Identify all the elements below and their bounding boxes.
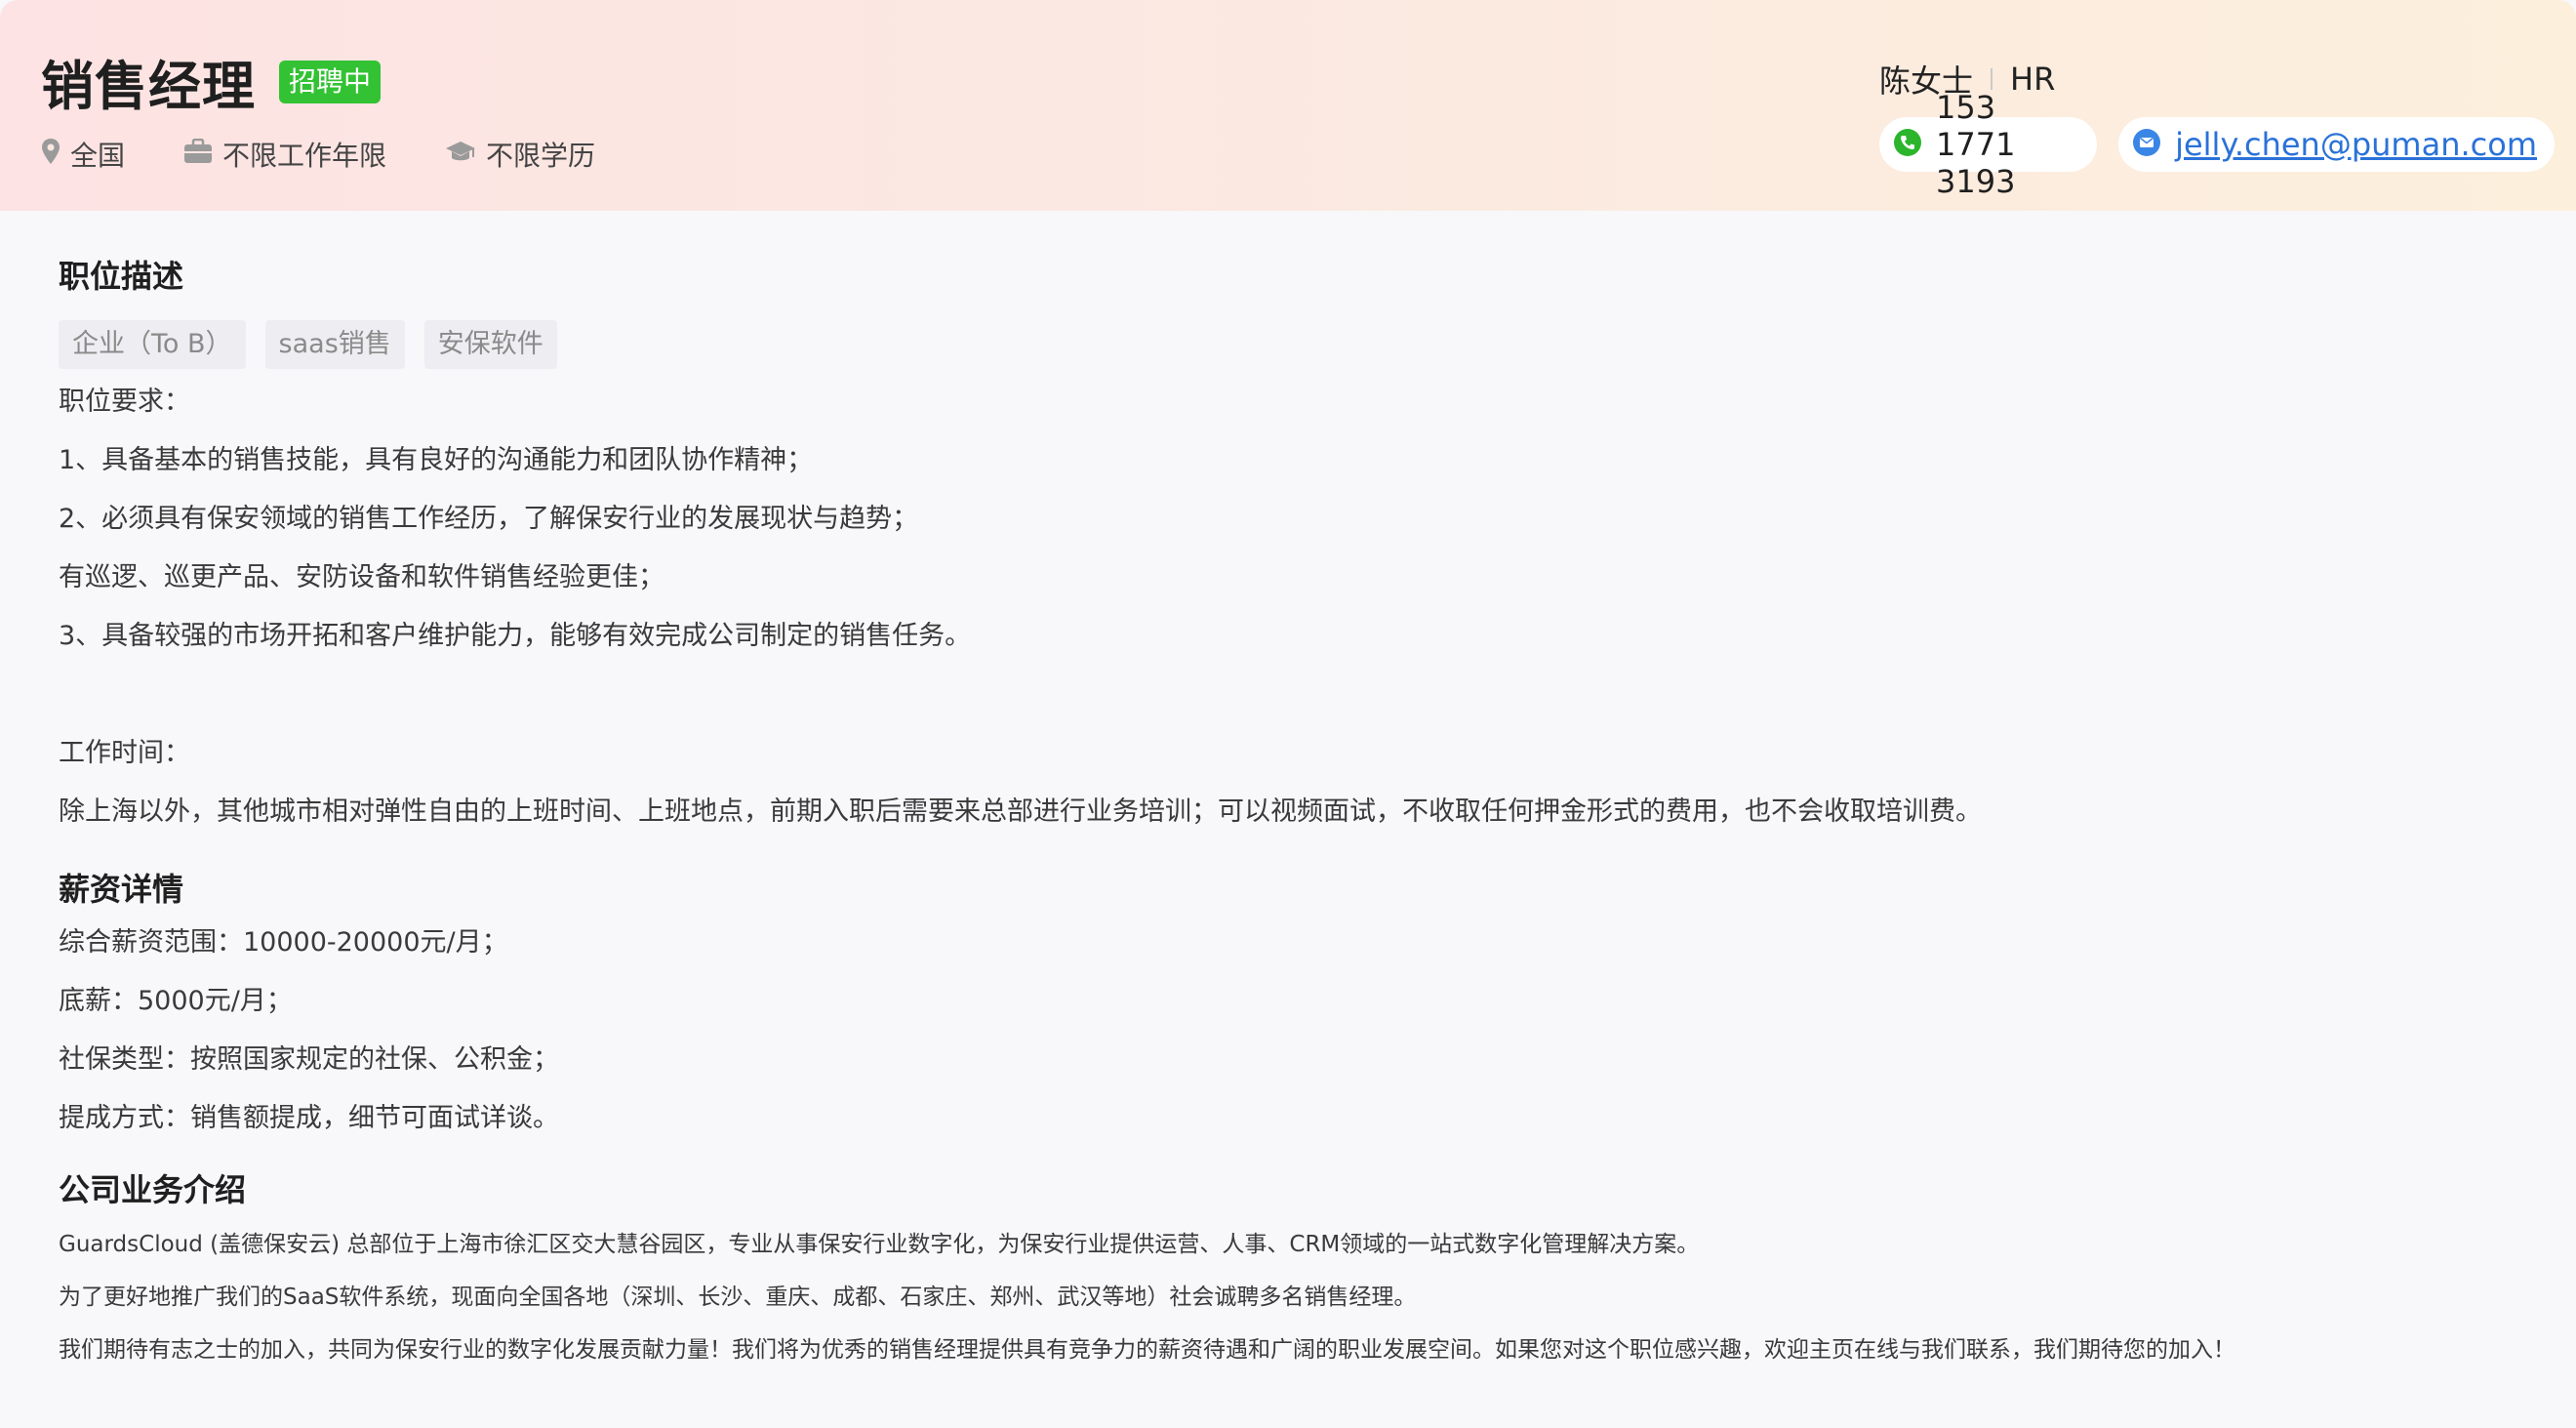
- salary-body: 综合薪资范围：10000-20000元/月； 底薪：5000元/月； 社保类型：…: [59, 914, 2517, 1148]
- job-meta: 全国 不限工作年限 不限学历: [41, 135, 654, 174]
- salary-line: 提成方式：销售额提成，细节可面试详谈。: [59, 1103, 559, 1133]
- job-title: 销售经理: [41, 56, 256, 117]
- location-text: 全国: [70, 140, 126, 172]
- job-detail-page: 销售经理 招聘中 全国 不限工作年限 不限学历 陈女士 HR 153 1771 …: [0, 0, 2576, 1428]
- job-tags: 企业（To B） saas销售 安保软件: [59, 320, 2517, 369]
- description-line-blank: [59, 666, 2517, 724]
- education-text: 不限学历: [486, 140, 596, 172]
- phone-icon: [1893, 128, 1936, 161]
- salary-line: 底薪：5000元/月；: [59, 986, 293, 1016]
- salary-line: 社保类型：按照国家规定的社保、公积金；: [59, 1044, 559, 1075]
- location-pin-icon: [41, 138, 70, 172]
- salary-title: 薪资详情: [59, 871, 184, 908]
- description-line: 1、具备基本的销售技能，具有良好的沟通能力和团队协作精神；: [59, 445, 814, 475]
- email-icon: [2132, 128, 2175, 161]
- company-line: 为了更好地推广我们的SaaS软件系统，现面向全国各地（深圳、长沙、重庆、成都、石…: [59, 1285, 1417, 1310]
- status-badge: 招聘中: [279, 60, 382, 103]
- contact-pills: 153 1771 3193 jelly.chen@puman.com: [1879, 89, 2576, 200]
- job-content: 职位描述 企业（To B） saas销售 安保软件 职位要求： 1、具备基本的销…: [59, 211, 2517, 1376]
- job-header: 销售经理 招聘中 全国 不限工作年限 不限学历 陈女士 HR 153 1771 …: [0, 0, 2576, 211]
- description-title: 职位描述: [59, 258, 184, 295]
- meta-experience: 不限工作年限: [183, 135, 386, 174]
- meta-location: 全国: [41, 135, 125, 174]
- company-line: GuardsCloud (盖德保安云) 总部位于上海市徐汇区交大慧谷园区，专业从…: [59, 1232, 1700, 1257]
- tag-item: 安保软件: [423, 320, 557, 369]
- description-line: 2、必须具有保安领域的销售工作经历，了解保安行业的发展现状与趋势；: [59, 504, 919, 534]
- description-line: 职位要求：: [59, 387, 190, 417]
- company-title: 公司业务介绍: [59, 1171, 247, 1208]
- description-line: 3、具备较强的市场开拓和客户维护能力，能够有效完成公司制定的销售任务。: [59, 621, 972, 651]
- experience-text: 不限工作年限: [222, 140, 387, 172]
- meta-education: 不限学历: [445, 135, 595, 174]
- graduation-cap-icon: [445, 139, 486, 171]
- description-line: 有巡逻、巡更产品、安防设备和软件销售经验更佳；: [59, 562, 664, 592]
- phone-number[interactable]: 153 1771 3193: [1936, 89, 2079, 200]
- email-pill[interactable]: jelly.chen@puman.com: [2118, 117, 2555, 172]
- phone-pill[interactable]: 153 1771 3193: [1879, 89, 2098, 200]
- briefcase-icon: [183, 138, 222, 171]
- salary-line: 综合薪资范围：10000-20000元/月；: [59, 927, 508, 958]
- contact-divider: [1991, 68, 1993, 90]
- title-row: 销售经理 招聘中: [41, 43, 382, 120]
- email-link[interactable]: jelly.chen@puman.com: [2175, 126, 2537, 163]
- company-line: 我们期待有志之士的加入，共同为保安行业的数字化发展贡献力量！我们将为优秀的销售经…: [59, 1337, 2235, 1363]
- description-line: 工作时间：: [59, 738, 190, 768]
- description-line: 除上海以外，其他城市相对弹性自由的上班时间、上班地点，前期入职后需要来总部进行业…: [59, 796, 1982, 827]
- description-body: 职位要求： 1、具备基本的销售技能，具有良好的沟通能力和团队协作精神； 2、必须…: [59, 373, 2517, 841]
- tag-item: saas销售: [264, 320, 405, 369]
- company-body: GuardsCloud (盖德保安云) 总部位于上海市徐汇区交大慧谷园区，专业从…: [59, 1218, 2517, 1376]
- tag-item: 企业（To B）: [59, 320, 246, 369]
